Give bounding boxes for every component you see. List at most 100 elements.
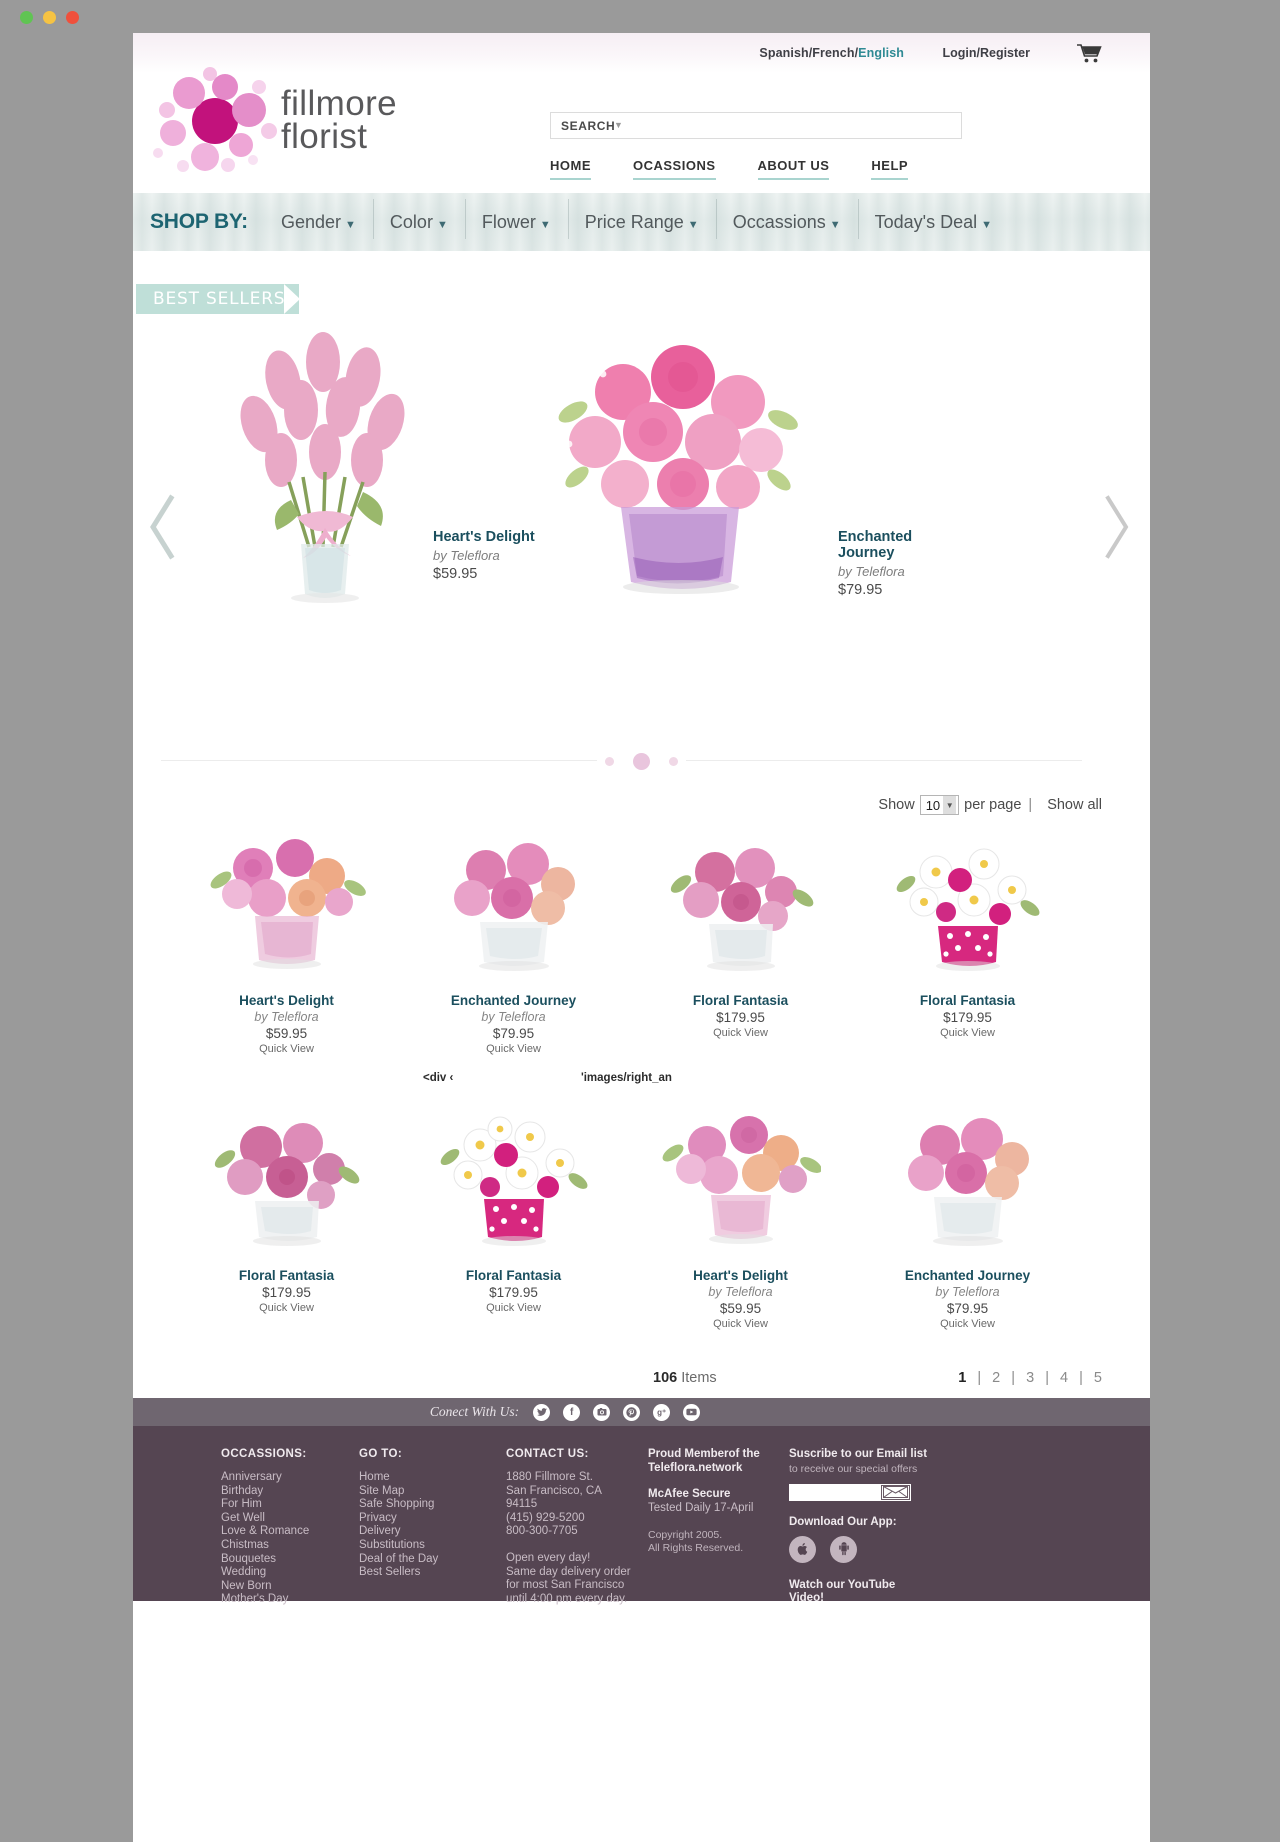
footer-link-love-romance[interactable]: Love & Romance — [221, 1525, 341, 1539]
envelope-icon[interactable] — [881, 1484, 910, 1500]
product-title[interactable]: Heart's Delight — [173, 993, 400, 1008]
carousel-dot-3[interactable] — [669, 756, 678, 766]
quick-view-link[interactable]: Quick View — [854, 1318, 1081, 1330]
carousel-slide[interactable]: Heart's Delight by Teleflora $59.95 — [193, 332, 563, 612]
quick-view-link[interactable]: Quick View — [627, 1318, 854, 1330]
instagram-icon[interactable] — [593, 1403, 611, 1421]
nav-item-help[interactable]: HELP — [871, 158, 909, 180]
youtube-icon[interactable] — [683, 1403, 701, 1421]
product-card[interactable]: Enchanted Journey by Teleflora $79.95 Qu… — [400, 836, 627, 1055]
shopby-item-price-range[interactable]: Price Range ▼ — [567, 198, 716, 239]
nav-item-ocassions[interactable]: OCASSIONS — [633, 158, 716, 180]
page-number-1[interactable]: 1 — [958, 1370, 966, 1386]
product-title[interactable]: Floral Fantasia — [627, 993, 854, 1008]
youtube-video-link[interactable]: Watch our YouTube Video! — [789, 1579, 1019, 1606]
carousel-dot-2[interactable] — [633, 752, 650, 770]
product-card[interactable]: Floral Fantasia $179.95 Quick View — [400, 1111, 627, 1330]
product-title[interactable]: Enchanted Journey — [400, 993, 627, 1008]
product-title[interactable]: Enchanted Journey — [838, 529, 933, 561]
twitter-icon[interactable] — [533, 1403, 551, 1421]
product-card[interactable]: Heart's Delight by Teleflora $59.95 Quic… — [173, 836, 400, 1055]
product-title[interactable]: Heart's Delight — [627, 1268, 854, 1283]
shopby-item-occassions[interactable]: Occassions ▼ — [715, 198, 858, 239]
footer-link-safe-shopping[interactable]: Safe Shopping — [359, 1498, 479, 1512]
carousel-slide[interactable]: Enchanted Journey by Teleflora $79.95 — [533, 332, 933, 612]
footer-link-for-him[interactable]: For Him — [221, 1498, 341, 1512]
login-register-link[interactable]: Login/Register — [942, 46, 1030, 60]
quick-view-link[interactable]: Quick View — [854, 1027, 1081, 1039]
language-selector[interactable]: Spanish/French/English — [759, 46, 904, 60]
footer-link-chistmas[interactable]: Chistmas — [221, 1539, 341, 1553]
quick-view-link[interactable]: Quick View — [400, 1302, 627, 1314]
window-minimize-button[interactable] — [43, 11, 56, 24]
footer-link-home[interactable]: Home — [359, 1471, 479, 1485]
footer-link-substitutions[interactable]: Substitutions — [359, 1539, 479, 1553]
pink-roses-cube-3[interactable] — [854, 1111, 1081, 1251]
carousel-dot-1[interactable] — [605, 756, 614, 766]
footer-link-get-well[interactable]: Get Well — [221, 1512, 341, 1526]
quick-view-link[interactable]: Quick View — [400, 1043, 627, 1055]
facebook-icon[interactable]: f — [563, 1403, 581, 1421]
shopby-item-label: Flower — [481, 211, 536, 232]
footer-link-new-born[interactable]: New Born — [221, 1580, 341, 1594]
product-title[interactable]: Floral Fantasia — [400, 1268, 627, 1283]
pink-hydrangea-rose-cube[interactable] — [627, 836, 854, 976]
daisy-pink-polkadot-vase[interactable] — [854, 836, 1081, 976]
product-card[interactable]: Enchanted Journey by Teleflora $79.95 Qu… — [854, 1111, 1081, 1330]
chevron-right-icon[interactable] — [1098, 492, 1134, 562]
footer-link-site-map[interactable]: Site Map — [359, 1485, 479, 1499]
shopby-item-color[interactable]: Color ▼ — [372, 198, 465, 239]
search-input[interactable]: SEARCH ▼ — [550, 112, 962, 139]
brand-wordmark[interactable]: fillmore florist — [281, 86, 397, 154]
apple-app-store-icon[interactable] — [789, 1535, 816, 1563]
shopby-item-gender[interactable]: Gender ▼ — [264, 212, 373, 233]
page-number-4[interactable]: 4 — [1060, 1370, 1068, 1386]
newsletter-email-field[interactable] — [789, 1483, 911, 1501]
footer-link-deal-of-the-day[interactable]: Deal of the Day — [359, 1553, 479, 1567]
footer-link-anniversary[interactable]: Anniversary — [221, 1471, 341, 1485]
pink-lily-rose-arrangement[interactable] — [173, 836, 400, 976]
footer-link-mothers-day[interactable]: Mother's Day — [221, 1593, 341, 1607]
product-card[interactable]: Floral Fantasia $179.95 Quick View — [627, 836, 854, 1055]
footer-link-delivery[interactable]: Delivery — [359, 1525, 479, 1539]
window-maximize-button[interactable] — [20, 11, 33, 24]
quick-view-link[interactable]: Quick View — [627, 1027, 854, 1039]
nav-item-home[interactable]: HOME — [550, 158, 591, 180]
shopby-item-todays-deal[interactable]: Today's Deal ▼ — [857, 198, 1009, 239]
product-title[interactable]: Enchanted Journey — [854, 1268, 1081, 1283]
footer-link-birthday[interactable]: Birthday — [221, 1485, 341, 1499]
phone-local[interactable]: (415) 929-5200 — [506, 1512, 656, 1526]
daisy-pink-polkadot-vase-2[interactable] — [400, 1111, 627, 1251]
product-card[interactable]: Heart's Delight by Teleflora $59.95 Quic… — [627, 1111, 854, 1330]
product-title[interactable]: Floral Fantasia — [854, 993, 1081, 1008]
nav-item-about-us[interactable]: ABOUT US — [757, 158, 830, 180]
page-number-5[interactable]: 5 — [1094, 1370, 1102, 1386]
page-number-3[interactable]: 3 — [1026, 1370, 1034, 1386]
pinterest-icon[interactable] — [623, 1403, 641, 1421]
pink-rose-hydrangea-cube[interactable] — [173, 1111, 400, 1251]
phone-tollfree[interactable]: 800-300-7705 — [506, 1525, 656, 1539]
product-title[interactable]: Floral Fantasia — [173, 1268, 400, 1283]
chevron-left-icon[interactable] — [145, 492, 181, 562]
show-all-link[interactable]: Show all — [1047, 797, 1102, 813]
product-title[interactable]: Heart's Delight — [433, 529, 535, 545]
page-number-2[interactable]: 2 — [992, 1370, 1000, 1386]
shopping-cart-icon[interactable] — [1076, 42, 1102, 69]
pink-roses-cube[interactable] — [400, 836, 627, 976]
footer-link-best-sellers[interactable]: Best Sellers — [359, 1566, 479, 1580]
android-play-store-icon[interactable] — [830, 1535, 858, 1563]
product-card[interactable]: Floral Fantasia $179.95 Quick View — [173, 1111, 400, 1330]
product-card[interactable]: Floral Fantasia $179.95 Quick View — [854, 836, 1081, 1055]
footer-link-privacy[interactable]: Privacy — [359, 1512, 479, 1526]
quick-view-link[interactable]: Quick View — [173, 1043, 400, 1055]
google-plus-icon[interactable]: g⁺ — [653, 1403, 671, 1421]
shopby-item-flower[interactable]: Flower ▼ — [464, 198, 568, 239]
quick-view-link[interactable]: Quick View — [173, 1302, 400, 1314]
chevron-down-icon[interactable]: ▼ — [614, 120, 623, 130]
pink-peach-mixed-cube[interactable] — [627, 1111, 854, 1251]
per-page-select[interactable]: 10 ▼ — [919, 795, 960, 815]
window-close-button[interactable] — [66, 11, 79, 24]
footer-link-bouquetes[interactable]: Bouquetes — [221, 1553, 341, 1567]
footer-link-wedding[interactable]: Wedding — [221, 1566, 341, 1580]
language-active[interactable]: English — [858, 46, 904, 60]
